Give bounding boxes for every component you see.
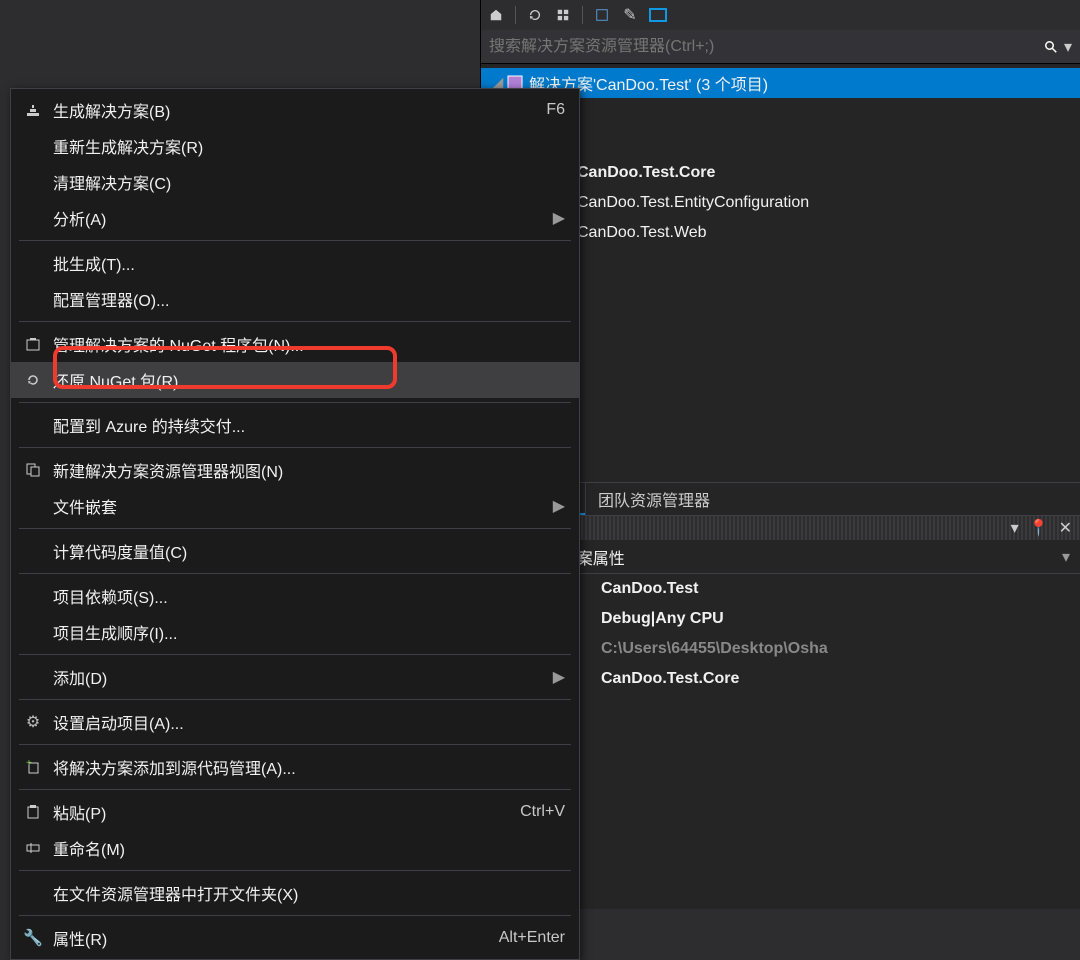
menu-separator <box>19 528 571 529</box>
menu-code-metrics[interactable]: 计算代码度量值(C) <box>11 533 579 569</box>
toolbar-showall-icon[interactable] <box>593 6 611 24</box>
tab-team-explorer[interactable]: 团队资源管理器 <box>585 483 722 515</box>
restore-icon <box>19 372 47 388</box>
menu-separator <box>19 447 571 448</box>
menu-clean-solution[interactable]: 清理解决方案(C) <box>11 164 579 200</box>
toolbar-collapse-icon[interactable] <box>554 6 572 24</box>
panel-menu-icon[interactable]: ▾ <box>1011 518 1019 538</box>
nuget-icon <box>19 336 47 352</box>
toolbar-home-icon[interactable] <box>487 6 505 24</box>
toolbar-wrench-icon[interactable]: ✎ <box>621 6 639 24</box>
submenu-arrow-icon: ▶ <box>553 496 565 516</box>
menu-new-view[interactable]: 新建解决方案资源管理器视图(N) <box>11 452 579 488</box>
close-icon[interactable]: ✕ <box>1059 518 1072 538</box>
menu-set-startup[interactable]: ⚙ 设置启动项目(A)... <box>11 704 579 740</box>
menu-separator <box>19 240 571 241</box>
menu-analyze[interactable]: 分析(A) ▶ <box>11 200 579 236</box>
build-icon <box>19 102 47 118</box>
menu-open-folder[interactable]: 在文件资源管理器中打开文件夹(X) <box>11 875 579 911</box>
explorer-toolbar: ✎ <box>481 0 1080 30</box>
rename-icon <box>19 840 47 856</box>
menu-restore-nuget[interactable]: 还原 NuGet 包(R) <box>11 362 579 398</box>
menu-build-solution[interactable]: 生成解决方案(B) F6 <box>11 92 579 128</box>
paste-icon <box>19 804 47 820</box>
menu-separator <box>19 789 571 790</box>
menu-separator <box>19 870 571 871</box>
explorer-search-row: ▾ <box>481 30 1080 64</box>
newview-icon <box>19 462 47 478</box>
menu-manage-nuget[interactable]: 管理解决方案的 NuGet 程序包(N)... <box>11 326 579 362</box>
explorer-search-input[interactable] <box>489 38 1040 56</box>
search-icon[interactable] <box>1040 36 1062 58</box>
menu-project-deps[interactable]: 项目依赖项(S)... <box>11 578 579 614</box>
menu-separator <box>19 699 571 700</box>
menu-azure-cd[interactable]: 配置到 Azure 的持续交付... <box>11 407 579 443</box>
chevron-down-icon[interactable]: ▾ <box>1062 547 1070 567</box>
menu-add-scc[interactable]: + 将解决方案添加到源代码管理(A)... <box>11 749 579 785</box>
menu-separator <box>19 744 571 745</box>
menu-config-manager[interactable]: 配置管理器(O)... <box>11 281 579 317</box>
search-dropdown-icon[interactable]: ▾ <box>1064 37 1072 57</box>
menu-separator <box>19 654 571 655</box>
submenu-arrow-icon: ▶ <box>553 667 565 687</box>
menu-build-order[interactable]: 项目生成顺序(I)... <box>11 614 579 650</box>
solution-context-menu: 生成解决方案(B) F6 重新生成解决方案(R) 清理解决方案(C) 分析(A)… <box>10 88 580 960</box>
add-scc-icon: + <box>19 759 47 775</box>
toolbar-props-icon[interactable] <box>649 8 667 22</box>
menu-separator <box>19 321 571 322</box>
wrench-icon: 🔧 <box>19 928 47 948</box>
submenu-arrow-icon: ▶ <box>553 208 565 228</box>
menu-paste[interactable]: 粘贴(P) Ctrl+V <box>11 794 579 830</box>
toolbar-refresh-icon[interactable] <box>526 6 544 24</box>
menu-rename[interactable]: 重命名(M) <box>11 830 579 866</box>
menu-batch-build[interactable]: 批生成(T)... <box>11 245 579 281</box>
menu-separator <box>19 402 571 403</box>
pin-icon[interactable]: 📍 <box>1029 518 1049 538</box>
menu-add[interactable]: 添加(D) ▶ <box>11 659 579 695</box>
menu-separator <box>19 915 571 916</box>
menu-file-nesting[interactable]: 文件嵌套 ▶ <box>11 488 579 524</box>
menu-separator <box>19 573 571 574</box>
svg-text:+: + <box>26 759 32 769</box>
menu-properties[interactable]: 🔧 属性(R) Alt+Enter <box>11 920 579 956</box>
gear-icon: ⚙ <box>19 712 47 732</box>
menu-rebuild-solution[interactable]: 重新生成解决方案(R) <box>11 128 579 164</box>
